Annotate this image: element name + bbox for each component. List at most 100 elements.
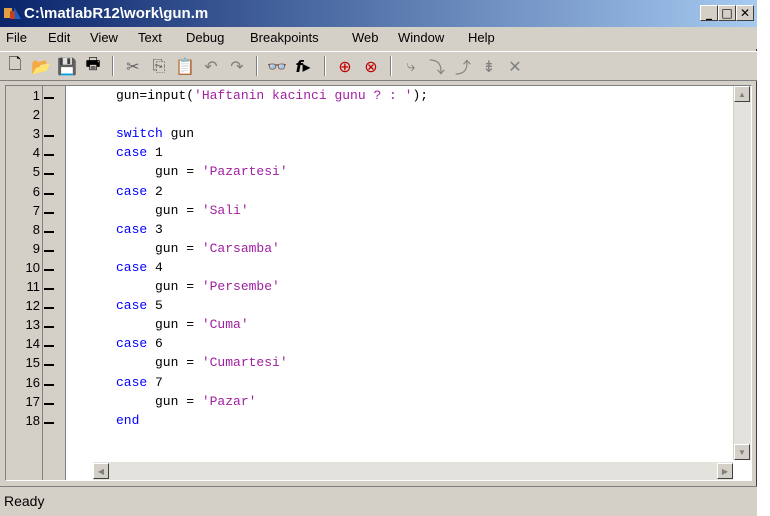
close-button[interactable]: ✕ bbox=[736, 5, 754, 21]
string-token: 'Persembe' bbox=[201, 279, 280, 294]
minimize-button[interactable]: _ bbox=[700, 5, 718, 21]
breakpoint-dash-marker[interactable] bbox=[44, 173, 54, 176]
code-line[interactable]: gun = 'Pazartesi' bbox=[116, 164, 288, 179]
cut-icon[interactable]: ✂ bbox=[122, 55, 144, 77]
breakpoint-dash-marker[interactable] bbox=[44, 421, 54, 424]
breakpoint-dash-marker[interactable] bbox=[44, 364, 54, 367]
status-text: Ready bbox=[4, 493, 45, 509]
arrow-left-icon: ◀ bbox=[97, 466, 105, 476]
breakpoint-dash-marker[interactable] bbox=[44, 135, 54, 138]
breakpoint-dash-marker[interactable] bbox=[44, 230, 54, 233]
line-number-gutter: 1 2 3 4 5 6 7 8 9 10 11 12 13 14 15 16 17 18 bbox=[6, 86, 66, 480]
breakpoint-dash-marker[interactable] bbox=[44, 97, 54, 99]
scroll-down-button[interactable]: ▼ bbox=[734, 444, 750, 460]
new-file-icon[interactable]: 🗋 bbox=[4, 54, 26, 77]
code-token: gun = bbox=[116, 317, 202, 333]
menu-web[interactable]: Web bbox=[352, 30, 379, 45]
line-number: 7 bbox=[32, 202, 40, 218]
find-icon[interactable]: 👓 bbox=[266, 55, 288, 77]
function-icon[interactable]: f▸ bbox=[292, 55, 314, 77]
menu-help[interactable]: Help bbox=[468, 30, 495, 45]
menu-view[interactable]: View bbox=[90, 30, 118, 45]
scroll-up-button[interactable]: ▲ bbox=[734, 86, 750, 102]
horizontal-scrollbar[interactable]: ◀ ▶ bbox=[93, 462, 733, 480]
menu-debug[interactable]: Debug bbox=[186, 30, 224, 45]
line-number: 15 bbox=[25, 355, 40, 371]
set-breakpoint-icon[interactable]: ⊕ bbox=[334, 55, 356, 77]
code-line[interactable]: case 4 bbox=[116, 260, 163, 275]
maximize-icon: □ bbox=[721, 6, 733, 20]
code-token: ); bbox=[412, 88, 429, 103]
code-line[interactable]: gun = 'Cuma' bbox=[116, 317, 249, 332]
breakpoint-dash-marker[interactable] bbox=[44, 345, 54, 348]
redo-icon[interactable]: ↷ bbox=[226, 55, 248, 77]
code-token: 1 bbox=[147, 145, 163, 161]
undo-icon[interactable]: ↶ bbox=[200, 55, 222, 77]
code-line[interactable]: switch gun bbox=[116, 126, 194, 141]
code-token: gun = bbox=[116, 164, 202, 180]
menu-text[interactable]: Text bbox=[138, 30, 162, 45]
exit-debug-icon[interactable]: ✕ bbox=[504, 55, 526, 77]
breakpoint-dash-marker[interactable] bbox=[44, 211, 54, 214]
code-line[interactable]: gun = 'Cumartesi' bbox=[116, 355, 288, 370]
keyword-token: case bbox=[116, 183, 148, 199]
maximize-button[interactable]: □ bbox=[718, 5, 736, 21]
breakpoint-dash-marker[interactable] bbox=[44, 288, 54, 290]
scroll-right-button[interactable]: ▶ bbox=[717, 463, 733, 479]
breakpoint-dash-marker[interactable] bbox=[44, 154, 54, 157]
open-folder-icon[interactable]: 📂 bbox=[30, 55, 52, 77]
line-number: 17 bbox=[25, 393, 40, 409]
paste-icon[interactable]: 📋 bbox=[174, 55, 196, 77]
keyword-token: case bbox=[116, 298, 148, 314]
breakpoint-dash-marker[interactable] bbox=[44, 268, 54, 271]
step-icon[interactable]: ⤷ bbox=[400, 55, 422, 77]
code-line[interactable]: gun = 'Sali' bbox=[116, 203, 249, 218]
step-in-icon[interactable]: ⤵ bbox=[426, 55, 448, 77]
code-token: 6 bbox=[147, 336, 163, 352]
keyword-token: case bbox=[116, 374, 148, 390]
arrow-down-icon: ▼ bbox=[738, 447, 746, 457]
code-area[interactable]: gun=input('Haftanin kacinci gunu ? : ');… bbox=[66, 86, 732, 460]
menu-window[interactable]: Window bbox=[398, 30, 444, 45]
code-editor[interactable]: 1 2 3 4 5 6 7 8 9 10 11 12 13 14 15 16 17 18 gun=input('H… bbox=[5, 85, 752, 481]
title-bar[interactable]: C:\matlabR12\work\gun.m _ □ ✕ bbox=[0, 0, 757, 27]
breakpoint-dash-marker[interactable] bbox=[44, 192, 54, 195]
code-line[interactable]: gun = 'Pazar' bbox=[116, 394, 256, 409]
code-line[interactable]: case 1 bbox=[116, 145, 163, 160]
code-token: 7 bbox=[147, 374, 163, 390]
breakpoint-dash-marker[interactable] bbox=[44, 249, 54, 252]
breakpoint-dash-marker[interactable] bbox=[44, 402, 54, 405]
save-icon[interactable]: 💾 bbox=[56, 55, 78, 77]
code-line[interactable]: case 6 bbox=[116, 336, 163, 351]
breakpoint-dash-marker[interactable] bbox=[44, 383, 54, 386]
menu-breakpoints[interactable]: Breakpoints bbox=[250, 30, 319, 45]
code-line[interactable]: case 5 bbox=[116, 298, 163, 313]
code-line[interactable]: case 2 bbox=[116, 184, 163, 199]
toolbar-separator bbox=[324, 56, 326, 76]
keyword-token: case bbox=[116, 259, 148, 275]
breakpoint-dash-marker[interactable] bbox=[44, 307, 54, 310]
print-icon[interactable]: 🖶 bbox=[82, 54, 104, 77]
line-number: 6 bbox=[32, 183, 40, 199]
code-line[interactable]: case 7 bbox=[116, 375, 163, 390]
code-line[interactable]: gun = 'Carsamba' bbox=[116, 241, 280, 256]
code-line[interactable]: case 3 bbox=[116, 222, 163, 237]
continue-icon[interactable]: ⇟ bbox=[478, 55, 500, 77]
keyword-token: case bbox=[116, 145, 148, 161]
line-number: 10 bbox=[25, 259, 40, 275]
breakpoint-dash-marker[interactable] bbox=[44, 326, 54, 329]
code-line[interactable]: gun=input('Haftanin kacinci gunu ? : '); bbox=[116, 88, 428, 103]
menu-edit[interactable]: Edit bbox=[48, 30, 70, 45]
code-line[interactable]: gun = 'Persembe' bbox=[116, 279, 280, 294]
menu-file[interactable]: File bbox=[6, 30, 27, 45]
copy-icon[interactable]: ⎘ bbox=[148, 55, 170, 77]
scroll-left-button[interactable]: ◀ bbox=[93, 463, 109, 479]
line-number: 16 bbox=[25, 374, 40, 390]
clear-breakpoint-icon[interactable]: ⊗ bbox=[360, 55, 382, 77]
step-out-icon[interactable]: ⤴ bbox=[452, 55, 474, 77]
string-token: 'Cuma' bbox=[201, 317, 249, 333]
line-number: 13 bbox=[25, 317, 40, 333]
code-line[interactable]: end bbox=[116, 413, 139, 428]
vertical-scrollbar[interactable]: ▲ ▼ bbox=[733, 86, 751, 460]
minimize-icon: _ bbox=[706, 6, 712, 20]
